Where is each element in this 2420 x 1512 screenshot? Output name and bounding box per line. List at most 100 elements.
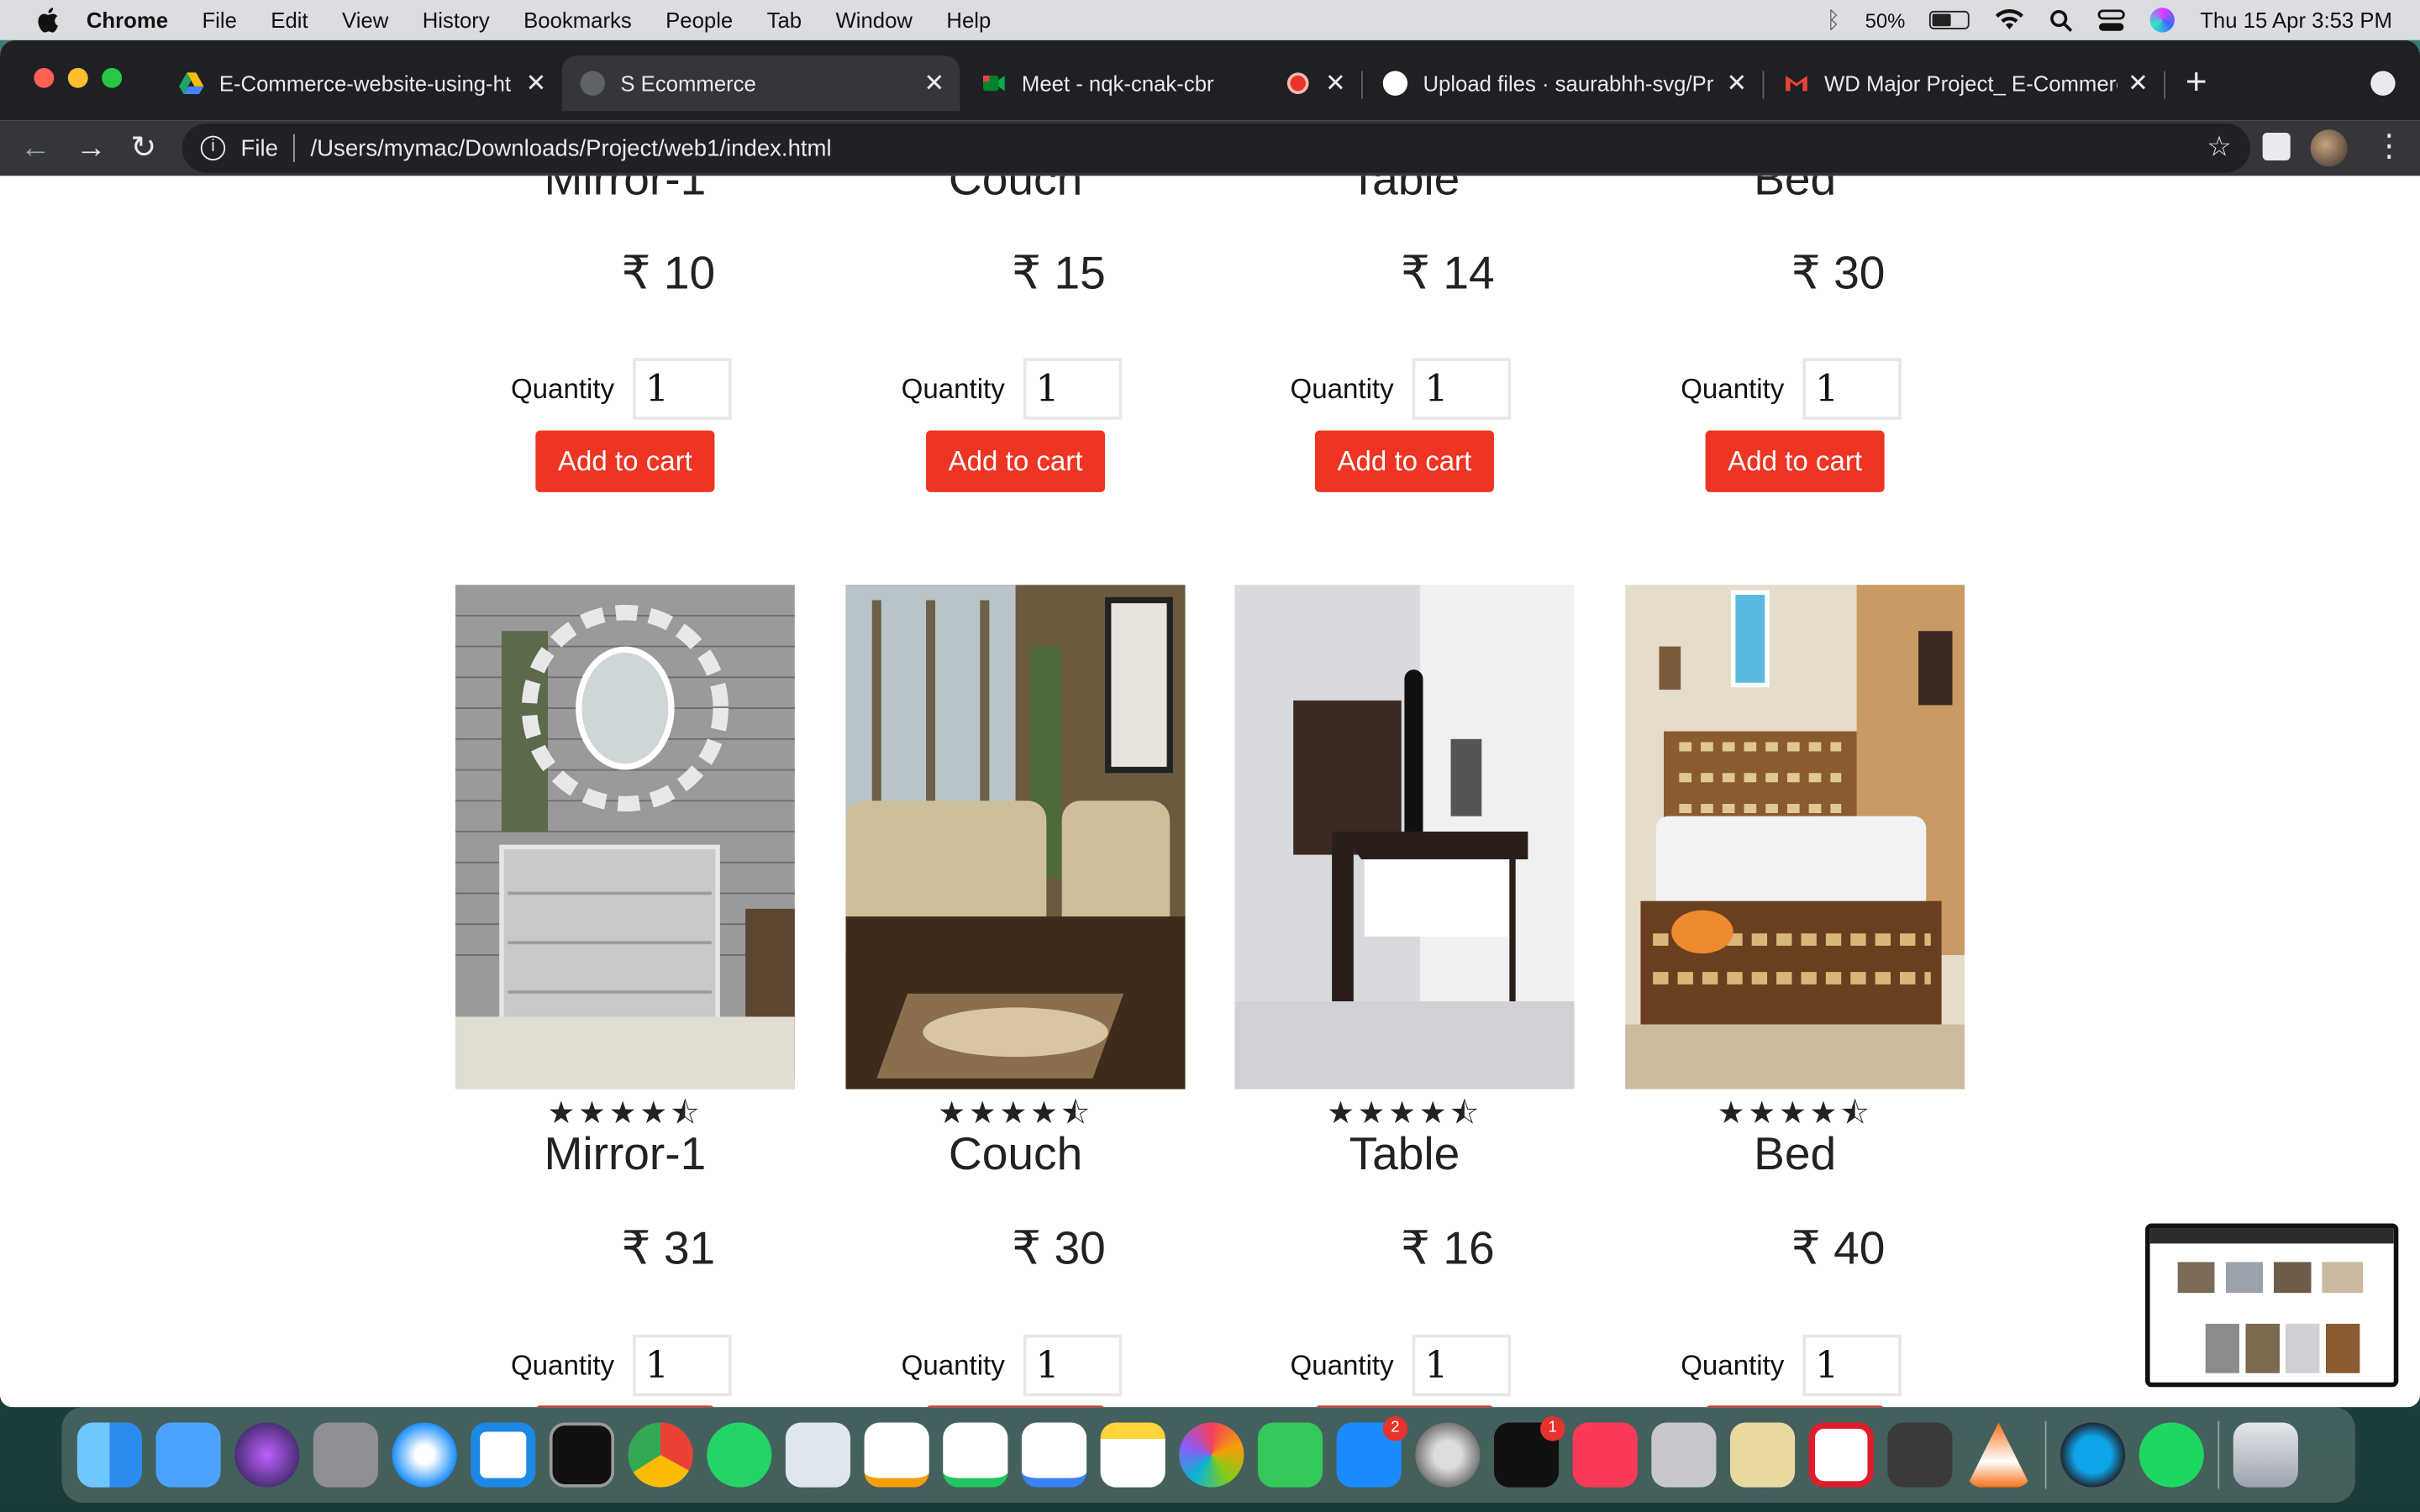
quantity-input[interactable]: 1 (1023, 358, 1123, 420)
close-tab-icon[interactable]: ✕ (1325, 68, 1346, 99)
tab-github[interactable]: Upload files · saurabhh-svg/Pr ✕ (1365, 55, 1763, 111)
minimize-window-button[interactable] (67, 67, 88, 88)
product-price: ₹ 16 (1401, 1223, 1495, 1275)
recording-icon (1286, 72, 1309, 95)
product-price: ₹ 14 (1401, 248, 1495, 300)
numbers-icon[interactable] (943, 1422, 1008, 1488)
menu-history[interactable]: History (423, 8, 490, 32)
dock-divider (2217, 1420, 2220, 1489)
photos-icon[interactable] (1179, 1422, 1244, 1488)
profile-avatar[interactable] (2310, 129, 2348, 167)
terminal-icon[interactable] (549, 1422, 615, 1488)
product-name: Mirror-1 (544, 1129, 707, 1181)
quantity-input[interactable]: 1 (1412, 1334, 1512, 1397)
menu-bookmarks[interactable]: Bookmarks (523, 8, 632, 32)
notes-icon[interactable] (1100, 1422, 1165, 1488)
product-image-bed[interactable] (1625, 585, 1965, 1089)
quantity-input[interactable]: 1 (1802, 1334, 1902, 1397)
siri-icon[interactable] (2150, 8, 2175, 33)
control-center-icon[interactable] (2098, 8, 2126, 32)
close-tab-icon[interactable]: ✕ (1727, 68, 1748, 99)
music-icon[interactable] (1572, 1422, 1638, 1488)
quantity-label: Quantity (510, 1349, 615, 1380)
menu-help[interactable]: Help (946, 8, 991, 32)
menu-app-name[interactable]: Chrome (87, 8, 168, 32)
spotlight-search-icon[interactable] (2050, 8, 2074, 32)
url-text[interactable]: /Users/mymac/Downloads/Project/web1/inde… (310, 135, 831, 161)
menu-window[interactable]: Window (836, 8, 913, 32)
mac-menubar: Chrome File Edit View History Bookmarks … (0, 0, 2420, 40)
close-tab-icon[interactable]: ✕ (2128, 68, 2149, 99)
menu-view[interactable]: View (342, 8, 388, 32)
add-to-cart-button[interactable]: Add to cart (535, 430, 715, 492)
url-scheme: File (240, 134, 278, 161)
tab-s-ecommerce[interactable]: S Ecommerce ✕ (561, 55, 960, 112)
product-image-table[interactable] (1234, 585, 1575, 1089)
tab-drive[interactable]: E-Commerce-website-using-ht ✕ (160, 55, 562, 111)
trash-icon[interactable] (2233, 1422, 2298, 1488)
vscode-icon[interactable] (471, 1422, 536, 1488)
close-tab-icon[interactable]: ✕ (923, 68, 944, 99)
whatsapp-icon[interactable] (707, 1422, 772, 1488)
wifi-icon[interactable] (1995, 9, 2026, 31)
sublime-icon[interactable] (1887, 1422, 1953, 1488)
calculator-icon[interactable] (1651, 1422, 1717, 1488)
app-store-icon[interactable]: 2 (1336, 1416, 1408, 1488)
quantity-input[interactable]: 1 (633, 358, 732, 420)
bluetooth-off-icon[interactable]: ᛒ (1827, 7, 1841, 33)
quicktime-icon[interactable] (2060, 1422, 2126, 1488)
quantity-input[interactable]: 1 (1802, 358, 1902, 420)
quantity-label: Quantity (1290, 1349, 1394, 1380)
launchpad-icon[interactable] (313, 1422, 379, 1488)
menu-tab[interactable]: Tab (767, 8, 802, 32)
quantity-input[interactable]: 1 (1023, 1334, 1123, 1397)
site-info-icon[interactable]: i (200, 135, 226, 161)
chrome-icon[interactable] (628, 1422, 693, 1488)
menu-people[interactable]: People (666, 8, 733, 32)
battery-icon[interactable] (1929, 10, 1970, 29)
mail-icon[interactable] (155, 1422, 221, 1488)
add-to-cart-button[interactable]: Add to cart (1314, 430, 1494, 492)
apple-logo-icon[interactable] (34, 5, 65, 36)
close-window-button[interactable] (34, 67, 55, 88)
facetime-icon[interactable] (1257, 1422, 1323, 1488)
preview-icon[interactable] (785, 1422, 851, 1488)
pages-icon[interactable] (864, 1422, 929, 1488)
safari-icon[interactable] (392, 1422, 457, 1488)
tab-search-icon[interactable] (2370, 71, 2396, 96)
product-image-mirror[interactable] (455, 585, 795, 1089)
quantity-input[interactable]: 1 (633, 1334, 732, 1397)
quantity-input[interactable]: 1 (1412, 358, 1512, 420)
mac-app-icon[interactable] (1808, 1422, 1874, 1488)
zoom-window-button[interactable] (102, 67, 123, 88)
apple-tv-icon[interactable]: 1 (1493, 1416, 1565, 1488)
reload-icon[interactable]: ↻ (127, 131, 160, 165)
menu-file[interactable]: File (202, 8, 236, 32)
quantity-row: Quantity 1 (1234, 1334, 1574, 1397)
forward-icon[interactable]: → (74, 131, 108, 165)
close-tab-icon[interactable]: ✕ (526, 68, 547, 99)
spotify-icon[interactable] (2139, 1422, 2204, 1488)
address-bar[interactable]: i File /Users/mymac/Downloads/Project/we… (182, 123, 2250, 173)
vlc-icon[interactable] (1966, 1422, 2032, 1488)
product-image-couch[interactable] (845, 585, 1186, 1089)
siri-icon[interactable] (234, 1422, 300, 1488)
extensions-icon[interactable] (2262, 132, 2291, 161)
add-to-cart-button[interactable]: Add to cart (926, 430, 1106, 492)
menu-edit[interactable]: Edit (271, 8, 308, 32)
new-tab-button[interactable]: + (2186, 61, 2207, 104)
screenshot-thumbnail[interactable] (2145, 1223, 2399, 1388)
finder-icon[interactable] (76, 1422, 142, 1488)
finder-files-icon[interactable] (1729, 1422, 1796, 1488)
chrome-menu-icon[interactable]: ⋮ (2374, 127, 2405, 165)
keynote-icon[interactable] (1021, 1422, 1087, 1488)
back-icon[interactable]: ← (18, 131, 52, 165)
add-to-cart-button[interactable]: Add to cart (1705, 430, 1885, 492)
tab-meet[interactable]: Meet - nqk-cnak-cbr ✕ (963, 55, 1361, 111)
tab-title: S Ecommerce (620, 71, 756, 96)
tab-gmail[interactable]: WD Major Project_ E-Commerc ✕ (1765, 55, 2164, 111)
system-preferences-icon[interactable] (1415, 1422, 1481, 1488)
bookmark-star-icon[interactable]: ☆ (2207, 131, 2232, 164)
clock[interactable]: Thu 15 Apr 3:53 PM (2200, 8, 2392, 32)
battery-percent: 50% (1865, 8, 1906, 32)
